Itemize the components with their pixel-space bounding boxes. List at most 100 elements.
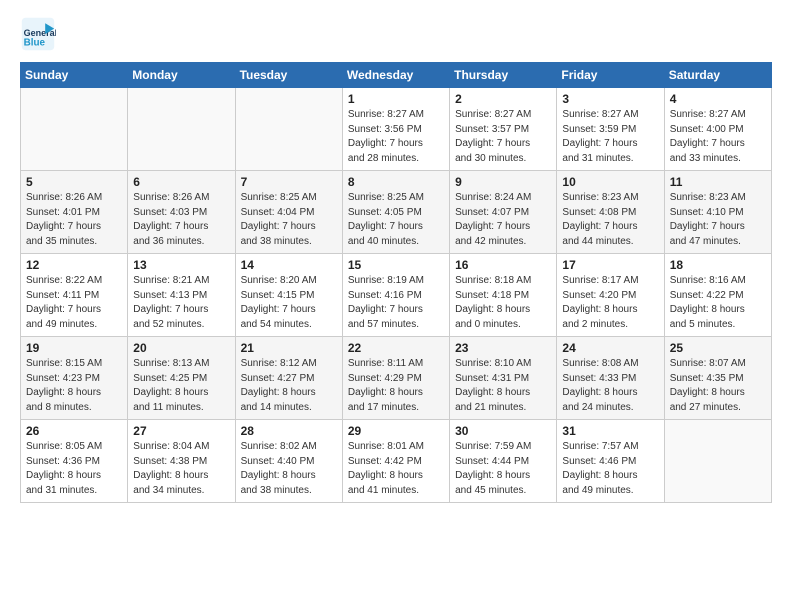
table-row: 30Sunrise: 7:59 AM Sunset: 4:44 PM Dayli… [450,420,557,503]
day-number: 9 [455,175,551,189]
calendar-header-row: SundayMondayTuesdayWednesdayThursdayFrid… [21,63,772,88]
day-number: 29 [348,424,444,438]
calendar-header-cell: Sunday [21,63,128,88]
day-info: Sunrise: 7:57 AM Sunset: 4:46 PM Dayligh… [562,440,658,498]
day-info: Sunrise: 8:13 AM Sunset: 4:25 PM Dayligh… [133,357,229,415]
day-number: 28 [241,424,337,438]
table-row: 8 Sunrise: 8:25 AM Sunset: 4:05 PM Daylig… [342,171,449,254]
day-info: Sunrise: 8:26 AM Sunset: 4:03 PM Dayligh… [133,191,229,249]
table-row: 16 Sunrise: 8:18 AM Sunset: 4:18 PM Dayli… [450,254,557,337]
table-row: 12Sunrise: 8:22 AM Sunset: 4:11 PM Dayli… [21,254,128,337]
table-row: 24 Sunrise: 8:08 AM Sunset: 4:33 PM Dayli… [557,337,664,420]
logo: General Blue [20,16,62,52]
day-info: Sunrise: 8:12 AM Sunset: 4:27 PM Dayligh… [241,357,337,415]
table-row: 26Sunrise: 8:05 AM Sunset: 4:36 PM Dayli… [21,420,128,503]
table-row: 20 Sunrise: 8:13 AM Sunset: 4:25 PM Dayli… [128,337,235,420]
table-row: 15 Sunrise: 8:19 AM Sunset: 4:16 PM Dayli… [342,254,449,337]
day-number: 16 [455,258,551,272]
table-row: 4 Sunrise: 8:27 AM Sunset: 4:00 PM Daylig… [664,88,771,171]
day-number: 27 [133,424,229,438]
day-info: Sunrise: 8:17 AM Sunset: 4:20 PM Dayligh… [562,274,658,332]
table-row: 27 Sunrise: 8:04 AM Sunset: 4:38 PM Dayli… [128,420,235,503]
page: General Blue SundayMondayTuesdayWednesda… [0,0,792,515]
day-number: 10 [562,175,658,189]
table-row: 9 Sunrise: 8:24 AM Sunset: 4:07 PM Daylig… [450,171,557,254]
day-info: Sunrise: 8:23 AM Sunset: 4:08 PM Dayligh… [562,191,658,249]
day-number: 31 [562,424,658,438]
day-info: Sunrise: 8:01 AM Sunset: 4:42 PM Dayligh… [348,440,444,498]
table-row: 22Sunrise: 8:11 AM Sunset: 4:29 PM Dayli… [342,337,449,420]
table-row: 6 Sunrise: 8:26 AM Sunset: 4:03 PM Daylig… [128,171,235,254]
day-number: 12 [26,258,122,272]
day-number: 24 [562,341,658,355]
day-number: 25 [670,341,766,355]
table-row: 28 Sunrise: 8:02 AM Sunset: 4:40 PM Dayli… [235,420,342,503]
table-row [664,420,771,503]
table-row: 5Sunrise: 8:26 AM Sunset: 4:01 PM Daylig… [21,171,128,254]
calendar-header-cell: Wednesday [342,63,449,88]
day-number: 13 [133,258,229,272]
table-row: 18 Sunrise: 8:16 AM Sunset: 4:22 PM Dayli… [664,254,771,337]
day-number: 8 [348,175,444,189]
day-info: Sunrise: 8:16 AM Sunset: 4:22 PM Dayligh… [670,274,766,332]
day-info: Sunrise: 8:20 AM Sunset: 4:15 PM Dayligh… [241,274,337,332]
day-info: Sunrise: 8:21 AM Sunset: 4:13 PM Dayligh… [133,274,229,332]
calendar-week-row: 1 Sunrise: 8:27 AM Sunset: 3:56 PM Daylig… [21,88,772,171]
day-info: Sunrise: 8:25 AM Sunset: 4:05 PM Dayligh… [348,191,444,249]
day-number: 15 [348,258,444,272]
day-info: Sunrise: 8:27 AM Sunset: 3:59 PM Dayligh… [562,108,658,166]
day-number: 19 [26,341,122,355]
table-row: 2 Sunrise: 8:27 AM Sunset: 3:57 PM Daylig… [450,88,557,171]
table-row: 11 Sunrise: 8:23 AM Sunset: 4:10 PM Dayli… [664,171,771,254]
day-number: 1 [348,92,444,106]
day-info: Sunrise: 8:10 AM Sunset: 4:31 PM Dayligh… [455,357,551,415]
day-number: 4 [670,92,766,106]
calendar-header-cell: Saturday [664,63,771,88]
day-number: 6 [133,175,229,189]
table-row: 14 Sunrise: 8:20 AM Sunset: 4:15 PM Dayli… [235,254,342,337]
table-row: 13 Sunrise: 8:21 AM Sunset: 4:13 PM Dayli… [128,254,235,337]
day-number: 2 [455,92,551,106]
day-info: Sunrise: 8:27 AM Sunset: 3:57 PM Dayligh… [455,108,551,166]
table-row: 1 Sunrise: 8:27 AM Sunset: 3:56 PM Daylig… [342,88,449,171]
day-number: 18 [670,258,766,272]
table-row [235,88,342,171]
table-row [21,88,128,171]
day-number: 26 [26,424,122,438]
day-number: 14 [241,258,337,272]
day-number: 23 [455,341,551,355]
svg-text:Blue: Blue [24,38,46,49]
day-info: Sunrise: 8:08 AM Sunset: 4:33 PM Dayligh… [562,357,658,415]
day-info: Sunrise: 8:18 AM Sunset: 4:18 PM Dayligh… [455,274,551,332]
header: General Blue [20,16,772,52]
table-row: 17 Sunrise: 8:17 AM Sunset: 4:20 PM Dayli… [557,254,664,337]
logo-icon: General Blue [20,16,56,52]
day-info: Sunrise: 8:23 AM Sunset: 4:10 PM Dayligh… [670,191,766,249]
day-number: 22 [348,341,444,355]
day-info: Sunrise: 8:19 AM Sunset: 4:16 PM Dayligh… [348,274,444,332]
calendar-header-cell: Friday [557,63,664,88]
day-number: 21 [241,341,337,355]
day-info: Sunrise: 8:27 AM Sunset: 3:56 PM Dayligh… [348,108,444,166]
calendar-week-row: 26Sunrise: 8:05 AM Sunset: 4:36 PM Dayli… [21,420,772,503]
table-row: 29 Sunrise: 8:01 AM Sunset: 4:42 PM Dayli… [342,420,449,503]
day-number: 11 [670,175,766,189]
table-row: 25Sunrise: 8:07 AM Sunset: 4:35 PM Dayli… [664,337,771,420]
table-row: 23 Sunrise: 8:10 AM Sunset: 4:31 PM Dayli… [450,337,557,420]
day-info: Sunrise: 8:25 AM Sunset: 4:04 PM Dayligh… [241,191,337,249]
calendar-header-cell: Tuesday [235,63,342,88]
day-info: Sunrise: 8:15 AM Sunset: 4:23 PM Dayligh… [26,357,122,415]
table-row: 19 Sunrise: 8:15 AM Sunset: 4:23 PM Dayli… [21,337,128,420]
calendar-body: 1 Sunrise: 8:27 AM Sunset: 3:56 PM Daylig… [21,88,772,503]
day-number: 17 [562,258,658,272]
day-number: 30 [455,424,551,438]
day-number: 3 [562,92,658,106]
day-info: Sunrise: 8:26 AM Sunset: 4:01 PM Dayligh… [26,191,122,249]
table-row: 21 Sunrise: 8:12 AM Sunset: 4:27 PM Dayli… [235,337,342,420]
day-info: Sunrise: 8:27 AM Sunset: 4:00 PM Dayligh… [670,108,766,166]
day-info: Sunrise: 8:02 AM Sunset: 4:40 PM Dayligh… [241,440,337,498]
calendar-header-cell: Thursday [450,63,557,88]
day-info: Sunrise: 8:24 AM Sunset: 4:07 PM Dayligh… [455,191,551,249]
day-info: Sunrise: 8:04 AM Sunset: 4:38 PM Dayligh… [133,440,229,498]
day-number: 20 [133,341,229,355]
